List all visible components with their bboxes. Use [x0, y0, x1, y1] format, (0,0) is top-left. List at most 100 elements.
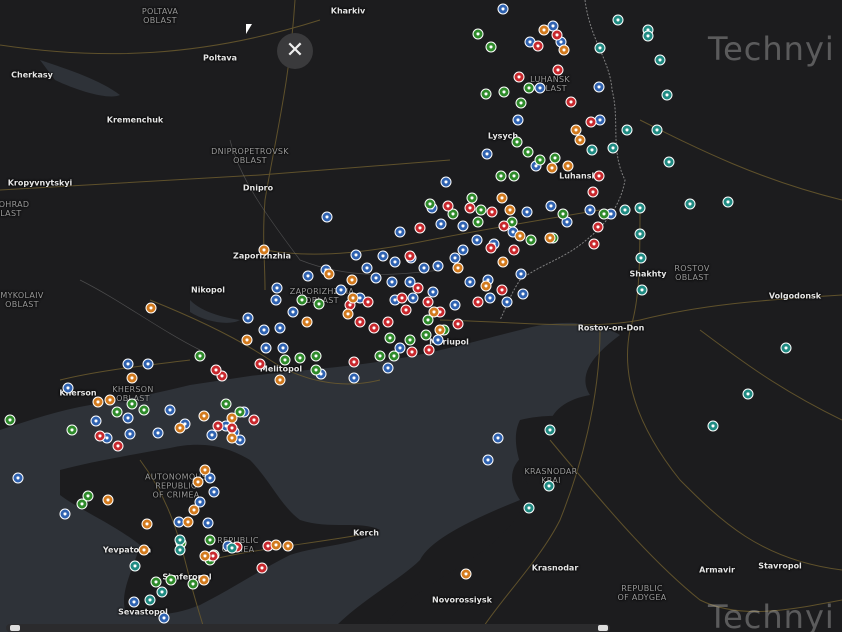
blue-incident-marker[interactable]: [260, 342, 272, 354]
red-incident-marker[interactable]: [486, 206, 498, 218]
orange-incident-marker[interactable]: [198, 574, 210, 586]
orange-incident-marker[interactable]: [182, 516, 194, 528]
blue-incident-marker[interactable]: [270, 294, 282, 306]
orange-incident-marker[interactable]: [504, 204, 516, 216]
green-incident-marker[interactable]: [511, 136, 523, 148]
green-incident-marker[interactable]: [525, 234, 537, 246]
blue-incident-marker[interactable]: [274, 322, 286, 334]
blue-incident-marker[interactable]: [348, 372, 360, 384]
orange-incident-marker[interactable]: [544, 232, 556, 244]
orange-incident-marker[interactable]: [434, 324, 446, 336]
blue-incident-marker[interactable]: [377, 250, 389, 262]
orange-incident-marker[interactable]: [546, 162, 558, 174]
red-incident-marker[interactable]: [552, 64, 564, 76]
orange-incident-marker[interactable]: [92, 396, 104, 408]
blue-incident-marker[interactable]: [394, 226, 406, 238]
green-incident-marker[interactable]: [472, 216, 484, 228]
orange-incident-marker[interactable]: [497, 256, 509, 268]
blue-incident-marker[interactable]: [124, 428, 136, 440]
blue-incident-marker[interactable]: [517, 288, 529, 300]
orange-incident-marker[interactable]: [558, 44, 570, 56]
green-incident-marker[interactable]: [310, 350, 322, 362]
orange-incident-marker[interactable]: [258, 244, 270, 256]
blue-incident-marker[interactable]: [271, 282, 283, 294]
green-incident-marker[interactable]: [557, 208, 569, 220]
red-incident-marker[interactable]: [210, 364, 222, 376]
red-incident-marker[interactable]: [406, 346, 418, 358]
red-incident-marker[interactable]: [588, 238, 600, 250]
blue-incident-marker[interactable]: [59, 508, 71, 520]
orange-incident-marker[interactable]: [192, 476, 204, 488]
red-incident-marker[interactable]: [452, 318, 464, 330]
blue-incident-marker[interactable]: [407, 292, 419, 304]
red-incident-marker[interactable]: [496, 284, 508, 296]
teal-incident-marker[interactable]: [642, 30, 654, 42]
orange-incident-marker[interactable]: [496, 192, 508, 204]
blue-incident-marker[interactable]: [12, 472, 24, 484]
teal-incident-marker[interactable]: [635, 252, 647, 264]
green-incident-marker[interactable]: [485, 41, 497, 53]
blue-incident-marker[interactable]: [258, 324, 270, 336]
blue-incident-marker[interactable]: [449, 299, 461, 311]
map-view[interactable]: POLTAVA OBLAST Kharkiv Poltava Cherkasy Krem…: [0, 0, 842, 632]
red-incident-marker[interactable]: [593, 170, 605, 182]
blue-incident-marker[interactable]: [484, 292, 496, 304]
green-incident-marker[interactable]: [388, 350, 400, 362]
teal-incident-marker[interactable]: [654, 54, 666, 66]
blue-incident-marker[interactable]: [90, 415, 102, 427]
orange-incident-marker[interactable]: [226, 412, 238, 424]
blue-incident-marker[interactable]: [481, 148, 493, 160]
blue-incident-marker[interactable]: [302, 270, 314, 282]
blue-incident-marker[interactable]: [432, 334, 444, 346]
green-incident-marker[interactable]: [424, 198, 436, 210]
green-incident-marker[interactable]: [279, 354, 291, 366]
orange-incident-marker[interactable]: [347, 292, 359, 304]
red-incident-marker[interactable]: [498, 220, 510, 232]
orange-incident-marker[interactable]: [428, 306, 440, 318]
close-button[interactable]: ✕: [277, 33, 313, 69]
red-incident-marker[interactable]: [464, 202, 476, 214]
blue-incident-marker[interactable]: [492, 432, 504, 444]
teal-incident-marker[interactable]: [174, 534, 186, 546]
teal-incident-marker[interactable]: [619, 204, 631, 216]
red-incident-marker[interactable]: [414, 222, 426, 234]
orange-incident-marker[interactable]: [562, 160, 574, 172]
green-incident-marker[interactable]: [165, 574, 177, 586]
blue-incident-marker[interactable]: [128, 596, 140, 608]
blue-incident-marker[interactable]: [158, 612, 170, 624]
red-incident-marker[interactable]: [400, 304, 412, 316]
red-incident-marker[interactable]: [513, 71, 525, 83]
red-incident-marker[interactable]: [585, 116, 597, 128]
blue-incident-marker[interactable]: [382, 362, 394, 374]
teal-incident-marker[interactable]: [742, 388, 754, 400]
blue-incident-marker[interactable]: [521, 206, 533, 218]
green-incident-marker[interactable]: [187, 578, 199, 590]
teal-incident-marker[interactable]: [607, 142, 619, 154]
blue-incident-marker[interactable]: [242, 312, 254, 324]
teal-incident-marker[interactable]: [612, 14, 624, 26]
blue-incident-marker[interactable]: [464, 276, 476, 288]
blue-incident-marker[interactable]: [389, 256, 401, 268]
red-incident-marker[interactable]: [508, 244, 520, 256]
green-incident-marker[interactable]: [598, 208, 610, 220]
teal-incident-marker[interactable]: [634, 228, 646, 240]
blue-incident-marker[interactable]: [386, 276, 398, 288]
teal-incident-marker[interactable]: [144, 594, 156, 606]
orange-incident-marker[interactable]: [104, 394, 116, 406]
red-incident-marker[interactable]: [248, 414, 260, 426]
green-incident-marker[interactable]: [404, 334, 416, 346]
orange-incident-marker[interactable]: [198, 410, 210, 422]
blue-incident-marker[interactable]: [361, 262, 373, 274]
green-incident-marker[interactable]: [66, 424, 78, 436]
orange-incident-marker[interactable]: [274, 374, 286, 386]
orange-incident-marker[interactable]: [145, 302, 157, 314]
blue-incident-marker[interactable]: [152, 427, 164, 439]
red-incident-marker[interactable]: [354, 316, 366, 328]
teal-incident-marker[interactable]: [586, 144, 598, 156]
blue-incident-marker[interactable]: [534, 82, 546, 94]
blue-incident-marker[interactable]: [584, 204, 596, 216]
teal-incident-marker[interactable]: [594, 42, 606, 54]
green-incident-marker[interactable]: [294, 352, 306, 364]
orange-incident-marker[interactable]: [102, 494, 114, 506]
green-incident-marker[interactable]: [480, 88, 492, 100]
